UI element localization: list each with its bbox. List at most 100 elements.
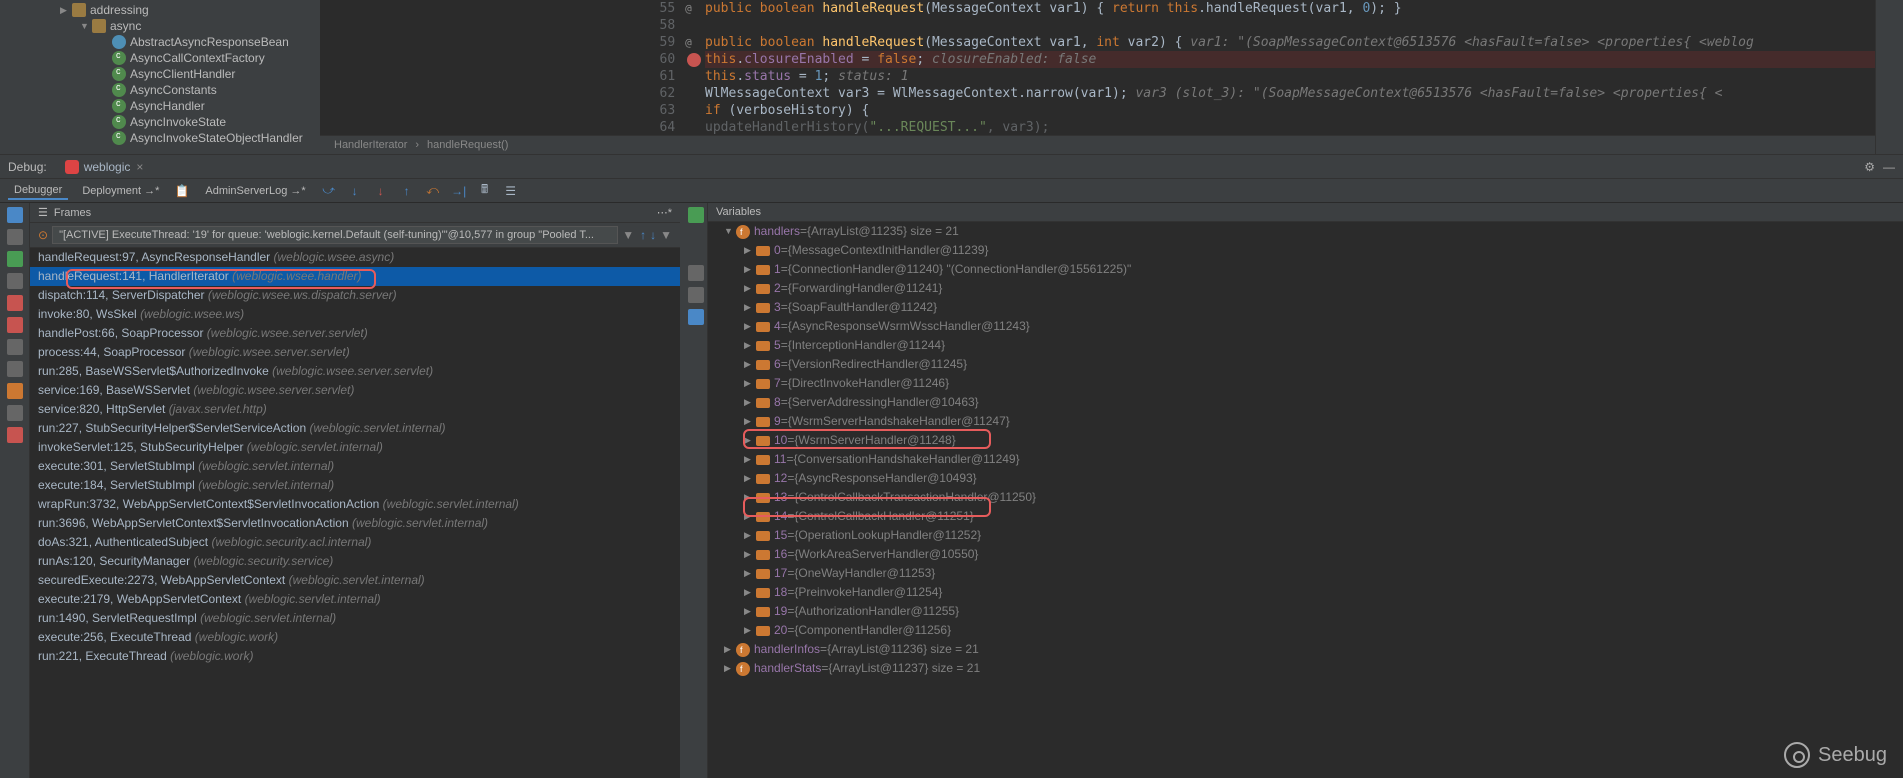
tree-item[interactable]: AsyncCallContextFactory <box>0 50 320 66</box>
var-item[interactable]: ▶12 = {AsyncResponseHandler@10493} <box>708 469 1903 488</box>
breadcrumb-class[interactable]: HandlerIterator <box>334 139 407 151</box>
var-item[interactable]: ▶5 = {InterceptionHandler@11244} <box>708 336 1903 355</box>
settings-icon[interactable] <box>688 309 704 325</box>
frame-item[interactable]: dispatch:114, ServerDispatcher (weblogic… <box>30 286 680 305</box>
tree-item-async[interactable]: ▼async <box>0 18 320 34</box>
frame-item[interactable]: run:227, StubSecurityHelper$ServletServi… <box>30 419 680 438</box>
var-item[interactable]: ▶14 = {ControlCallbackHandler@11251} <box>708 507 1903 526</box>
gear-icon[interactable]: ⚙ <box>1864 160 1875 174</box>
var-item[interactable]: ▶0 = {MessageContextInitHandler@11239} <box>708 241 1903 260</box>
help-icon[interactable] <box>7 405 23 421</box>
tree-item[interactable]: AsyncInvokeStateObjectHandler <box>0 130 320 146</box>
var-item[interactable]: ▶4 = {AsyncResponseWsrmWsscHandler@11243… <box>708 317 1903 336</box>
tree-item-addressing[interactable]: ▶addressing <box>0 2 320 18</box>
frame-item[interactable]: run:1490, ServletRequestImpl (weblogic.s… <box>30 609 680 628</box>
filter-icon[interactable]: ▼ <box>660 228 672 242</box>
resume-icon[interactable] <box>7 251 23 267</box>
thread-selector[interactable]: "[ACTIVE] ExecuteThread: '19' for queue:… <box>52 226 618 244</box>
layout-icon[interactable]: ☰ <box>502 182 520 200</box>
frame-item[interactable]: runAs:120, SecurityManager (weblogic.sec… <box>30 552 680 571</box>
var-item[interactable]: ▶1 = {ConnectionHandler@11240} "(Connect… <box>708 260 1903 279</box>
chevron-down-icon[interactable]: ▼ <box>622 228 634 242</box>
stop-icon[interactable] <box>7 295 23 311</box>
var-item[interactable]: ▶16 = {WorkAreaServerHandler@10550} <box>708 545 1903 564</box>
view-breakpoints-icon[interactable] <box>7 317 23 333</box>
pin-icon[interactable] <box>7 383 23 399</box>
var-item[interactable]: ▶11 = {ConversationHandshakeHandler@1124… <box>708 450 1903 469</box>
frame-item[interactable]: invokeServlet:125, StubSecurityHelper (w… <box>30 438 680 457</box>
settings-icon[interactable] <box>7 361 23 377</box>
var-item[interactable]: ▶2 = {ForwardingHandler@11241} <box>708 279 1903 298</box>
var-item[interactable]: ▶9 = {WsrmServerHandshakeHandler@11247} <box>708 412 1903 431</box>
editor-area[interactable]: 55 58 59 60 61 62 63 64 @ @ <box>320 0 1875 154</box>
frame-item[interactable]: run:285, BaseWSServlet$AuthorizedInvoke … <box>30 362 680 381</box>
more-icon[interactable]: ⋯* <box>657 206 672 219</box>
tree-item[interactable]: AbstractAsyncResponseBean <box>0 34 320 50</box>
frames-list[interactable]: handleRequest:97, AsyncResponseHandler (… <box>30 248 680 778</box>
server-icon[interactable]: 📋 <box>173 182 191 200</box>
frame-item[interactable]: service:169, BaseWSServlet (weblogic.wse… <box>30 381 680 400</box>
copy-icon[interactable] <box>688 287 704 303</box>
close-icon[interactable]: × <box>136 160 143 174</box>
tab-debugger[interactable]: Debugger <box>8 182 68 200</box>
code-content[interactable]: public boolean handleRequest(MessageCont… <box>705 0 1875 135</box>
var-item[interactable]: ▶handlerInfos = {ArrayList@11236} size =… <box>708 640 1903 659</box>
frame-item[interactable]: run:221, ExecuteThread (weblogic.work) <box>30 647 680 666</box>
run-to-cursor-icon[interactable]: →| <box>450 182 468 200</box>
frame-item[interactable]: handleRequest:97, AsyncResponseHandler (… <box>30 248 680 267</box>
drop-frame-icon[interactable]: ⤺ <box>424 182 442 200</box>
mute-breakpoints-icon[interactable] <box>7 339 23 355</box>
var-item[interactable]: ▶10 = {WsrmServerHandler@11248} <box>708 431 1903 450</box>
step-over-icon[interactable]: ⤻ <box>320 182 338 200</box>
var-item[interactable]: ▶8 = {ServerAddressingHandler@10463} <box>708 393 1903 412</box>
breadcrumb[interactable]: HandlerIterator›handleRequest() <box>320 135 1875 154</box>
var-item[interactable]: ▶15 = {OperationLookupHandler@11252} <box>708 526 1903 545</box>
pause-icon[interactable] <box>7 273 23 289</box>
close-icon[interactable] <box>7 427 23 443</box>
var-item[interactable]: ▶handlerStats = {ArrayList@11237} size =… <box>708 659 1903 678</box>
frame-item[interactable]: handlePost:66, SoapProcessor (weblogic.w… <box>30 324 680 343</box>
prev-frame-icon[interactable]: ↑ <box>640 228 646 242</box>
var-handlers[interactable]: ▼handlers = {ArrayList@11235} size = 21 <box>708 222 1903 241</box>
var-item[interactable]: ▶6 = {VersionRedirectHandler@11245} <box>708 355 1903 374</box>
tree-item[interactable]: AsyncClientHandler <box>0 66 320 82</box>
expand-icon[interactable] <box>688 265 704 281</box>
tree-item[interactable]: AsyncConstants <box>0 82 320 98</box>
update-icon[interactable] <box>7 229 23 245</box>
frame-item[interactable]: service:820, HttpServlet (javax.servlet.… <box>30 400 680 419</box>
minimize-icon[interactable]: — <box>1883 160 1895 174</box>
frame-item[interactable]: run:3696, WebAppServletContext$ServletIn… <box>30 514 680 533</box>
frame-item[interactable]: execute:2179, WebAppServletContext (webl… <box>30 590 680 609</box>
frame-item[interactable]: execute:301, ServletStubImpl (weblogic.s… <box>30 457 680 476</box>
right-toolstrip[interactable] <box>1875 0 1903 154</box>
tab-adminserverlog[interactable]: AdminServerLog →* <box>199 183 311 199</box>
var-item[interactable]: ▶3 = {SoapFaultHandler@11242} <box>708 298 1903 317</box>
var-item[interactable]: ▶17 = {OneWayHandler@11253} <box>708 564 1903 583</box>
var-item[interactable]: ▶20 = {ComponentHandler@11256} <box>708 621 1903 640</box>
add-watch-icon[interactable] <box>688 207 704 223</box>
var-item[interactable]: ▶7 = {DirectInvokeHandler@11246} <box>708 374 1903 393</box>
frame-item[interactable]: wrapRun:3732, WebAppServletContext$Servl… <box>30 495 680 514</box>
frame-item[interactable]: execute:256, ExecuteThread (weblogic.wor… <box>30 628 680 647</box>
frame-item[interactable]: securedExecute:2273, WebAppServletContex… <box>30 571 680 590</box>
tree-item[interactable]: AsyncInvokeState <box>0 114 320 130</box>
step-into-icon[interactable]: ↓ <box>346 182 364 200</box>
tree-item[interactable]: AsyncHandler <box>0 98 320 114</box>
variables-list[interactable]: ▼handlers = {ArrayList@11235} size = 21 … <box>708 222 1903 778</box>
restore-layout-icon[interactable]: ☰ <box>38 206 48 219</box>
rerun-icon[interactable] <box>7 207 23 223</box>
frame-item[interactable]: doAs:321, AuthenticatedSubject (weblogic… <box>30 533 680 552</box>
var-item[interactable]: ▶18 = {PreinvokeHandler@11254} <box>708 583 1903 602</box>
tab-deployment[interactable]: Deployment →* <box>76 183 165 199</box>
var-item[interactable]: ▶13 = {ControlCallbackTransactionHandler… <box>708 488 1903 507</box>
breadcrumb-method[interactable]: handleRequest() <box>427 139 508 151</box>
frame-item[interactable]: execute:184, ServletStubImpl (weblogic.s… <box>30 476 680 495</box>
var-item[interactable]: ▶19 = {AuthorizationHandler@11255} <box>708 602 1903 621</box>
evaluate-icon[interactable]: 🖩 <box>476 182 494 200</box>
frame-item[interactable]: handleRequest:141, HandlerIterator (webl… <box>30 267 680 286</box>
step-out-icon[interactable]: ↑ <box>398 182 416 200</box>
debug-config-tab[interactable]: weblogic× <box>57 158 152 176</box>
frame-item[interactable]: process:44, SoapProcessor (weblogic.wsee… <box>30 343 680 362</box>
next-frame-icon[interactable]: ↓ <box>650 228 656 242</box>
project-tree[interactable]: ▶addressing ▼async AbstractAsyncResponse… <box>0 0 320 154</box>
